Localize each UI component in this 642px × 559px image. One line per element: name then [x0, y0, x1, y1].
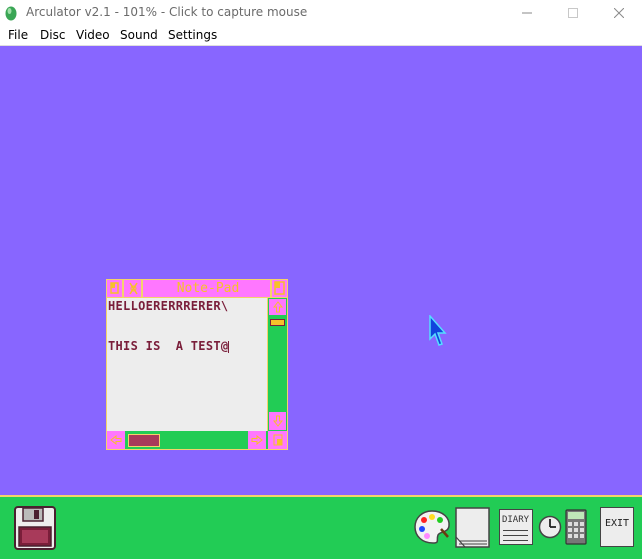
- floppy-disk-icon[interactable]: [14, 506, 56, 550]
- notepad-window[interactable]: Note-Pad HELLOERERRRERER\ THIS IS A TEST…: [106, 279, 288, 450]
- notepad-horizontal-scrollbar[interactable]: [107, 431, 287, 449]
- mouse-pointer-icon: [429, 315, 447, 346]
- notepad-line-3-text: THIS IS A TEST@: [108, 339, 229, 353]
- resize-icon: [273, 434, 282, 446]
- exit-icon[interactable]: EXIT: [600, 507, 634, 547]
- scroll-right-button[interactable]: [248, 431, 266, 449]
- scroll-left-button[interactable]: [107, 431, 125, 449]
- notepad-line-1: HELLOERERRRERER\: [108, 299, 229, 313]
- diary-line: [503, 540, 528, 541]
- palette-icon[interactable]: [413, 509, 451, 545]
- maximize-icon: [568, 8, 578, 18]
- clock-icon[interactable]: [538, 515, 562, 539]
- toggle-size-icon: [274, 281, 285, 295]
- close-button[interactable]: [596, 0, 642, 26]
- diary-line: [503, 530, 528, 531]
- close-icon: [614, 8, 624, 18]
- arrow-left-icon: [110, 435, 122, 445]
- notepad-vertical-scrollbar[interactable]: [268, 298, 287, 431]
- minimize-icon: [522, 12, 532, 14]
- window-title: Arculator v2.1 - 101% - Click to capture…: [26, 5, 308, 19]
- exit-label: EXIT: [604, 518, 630, 529]
- menu-bar: File Disc Video Sound Settings: [0, 26, 642, 46]
- emulator-desktop[interactable]: [0, 46, 642, 495]
- notepad-line-3: THIS IS A TEST@: [108, 339, 230, 353]
- menu-disc[interactable]: Disc: [40, 28, 65, 42]
- diary-label: DIARY: [501, 515, 530, 525]
- arrow-right-icon: [251, 435, 263, 445]
- arrow-up-icon: [272, 301, 283, 313]
- notepad-close-button[interactable]: [126, 280, 143, 297]
- menu-settings[interactable]: Settings: [168, 28, 217, 42]
- notepad-title: Note-Pad: [176, 281, 240, 296]
- horizontal-scroll-thumb[interactable]: [128, 434, 160, 447]
- menu-file[interactable]: File: [8, 28, 28, 42]
- notepad-titlebar[interactable]: Note-Pad: [107, 280, 287, 297]
- menu-video[interactable]: Video: [76, 28, 110, 42]
- notepad-back-button[interactable]: [107, 280, 124, 297]
- menu-sound[interactable]: Sound: [120, 28, 158, 42]
- notepad-text-area[interactable]: HELLOERERRRERER\ THIS IS A TEST@: [107, 298, 267, 431]
- resize-handle[interactable]: [268, 431, 287, 449]
- notepad-toggle-size-button[interactable]: [270, 280, 287, 297]
- icon-bar: DIARY EXIT: [0, 495, 642, 559]
- diary-line: [503, 535, 528, 536]
- vertical-scroll-thumb[interactable]: [270, 319, 285, 326]
- scroll-down-button[interactable]: [269, 412, 286, 430]
- app-logo-icon: [5, 6, 17, 21]
- scroll-up-button[interactable]: [269, 299, 286, 315]
- calculator-icon[interactable]: [565, 509, 587, 545]
- text-caret: [228, 340, 230, 353]
- close-icon: [129, 282, 138, 295]
- diary-icon[interactable]: DIARY: [499, 509, 533, 545]
- arrow-down-icon: [272, 415, 283, 427]
- back-icon: [110, 282, 119, 294]
- window-titlebar[interactable]: Arculator v2.1 - 101% - Click to capture…: [0, 0, 642, 26]
- notepad-icon[interactable]: [455, 507, 491, 549]
- minimize-button[interactable]: [504, 0, 550, 26]
- maximize-button[interactable]: [550, 0, 596, 26]
